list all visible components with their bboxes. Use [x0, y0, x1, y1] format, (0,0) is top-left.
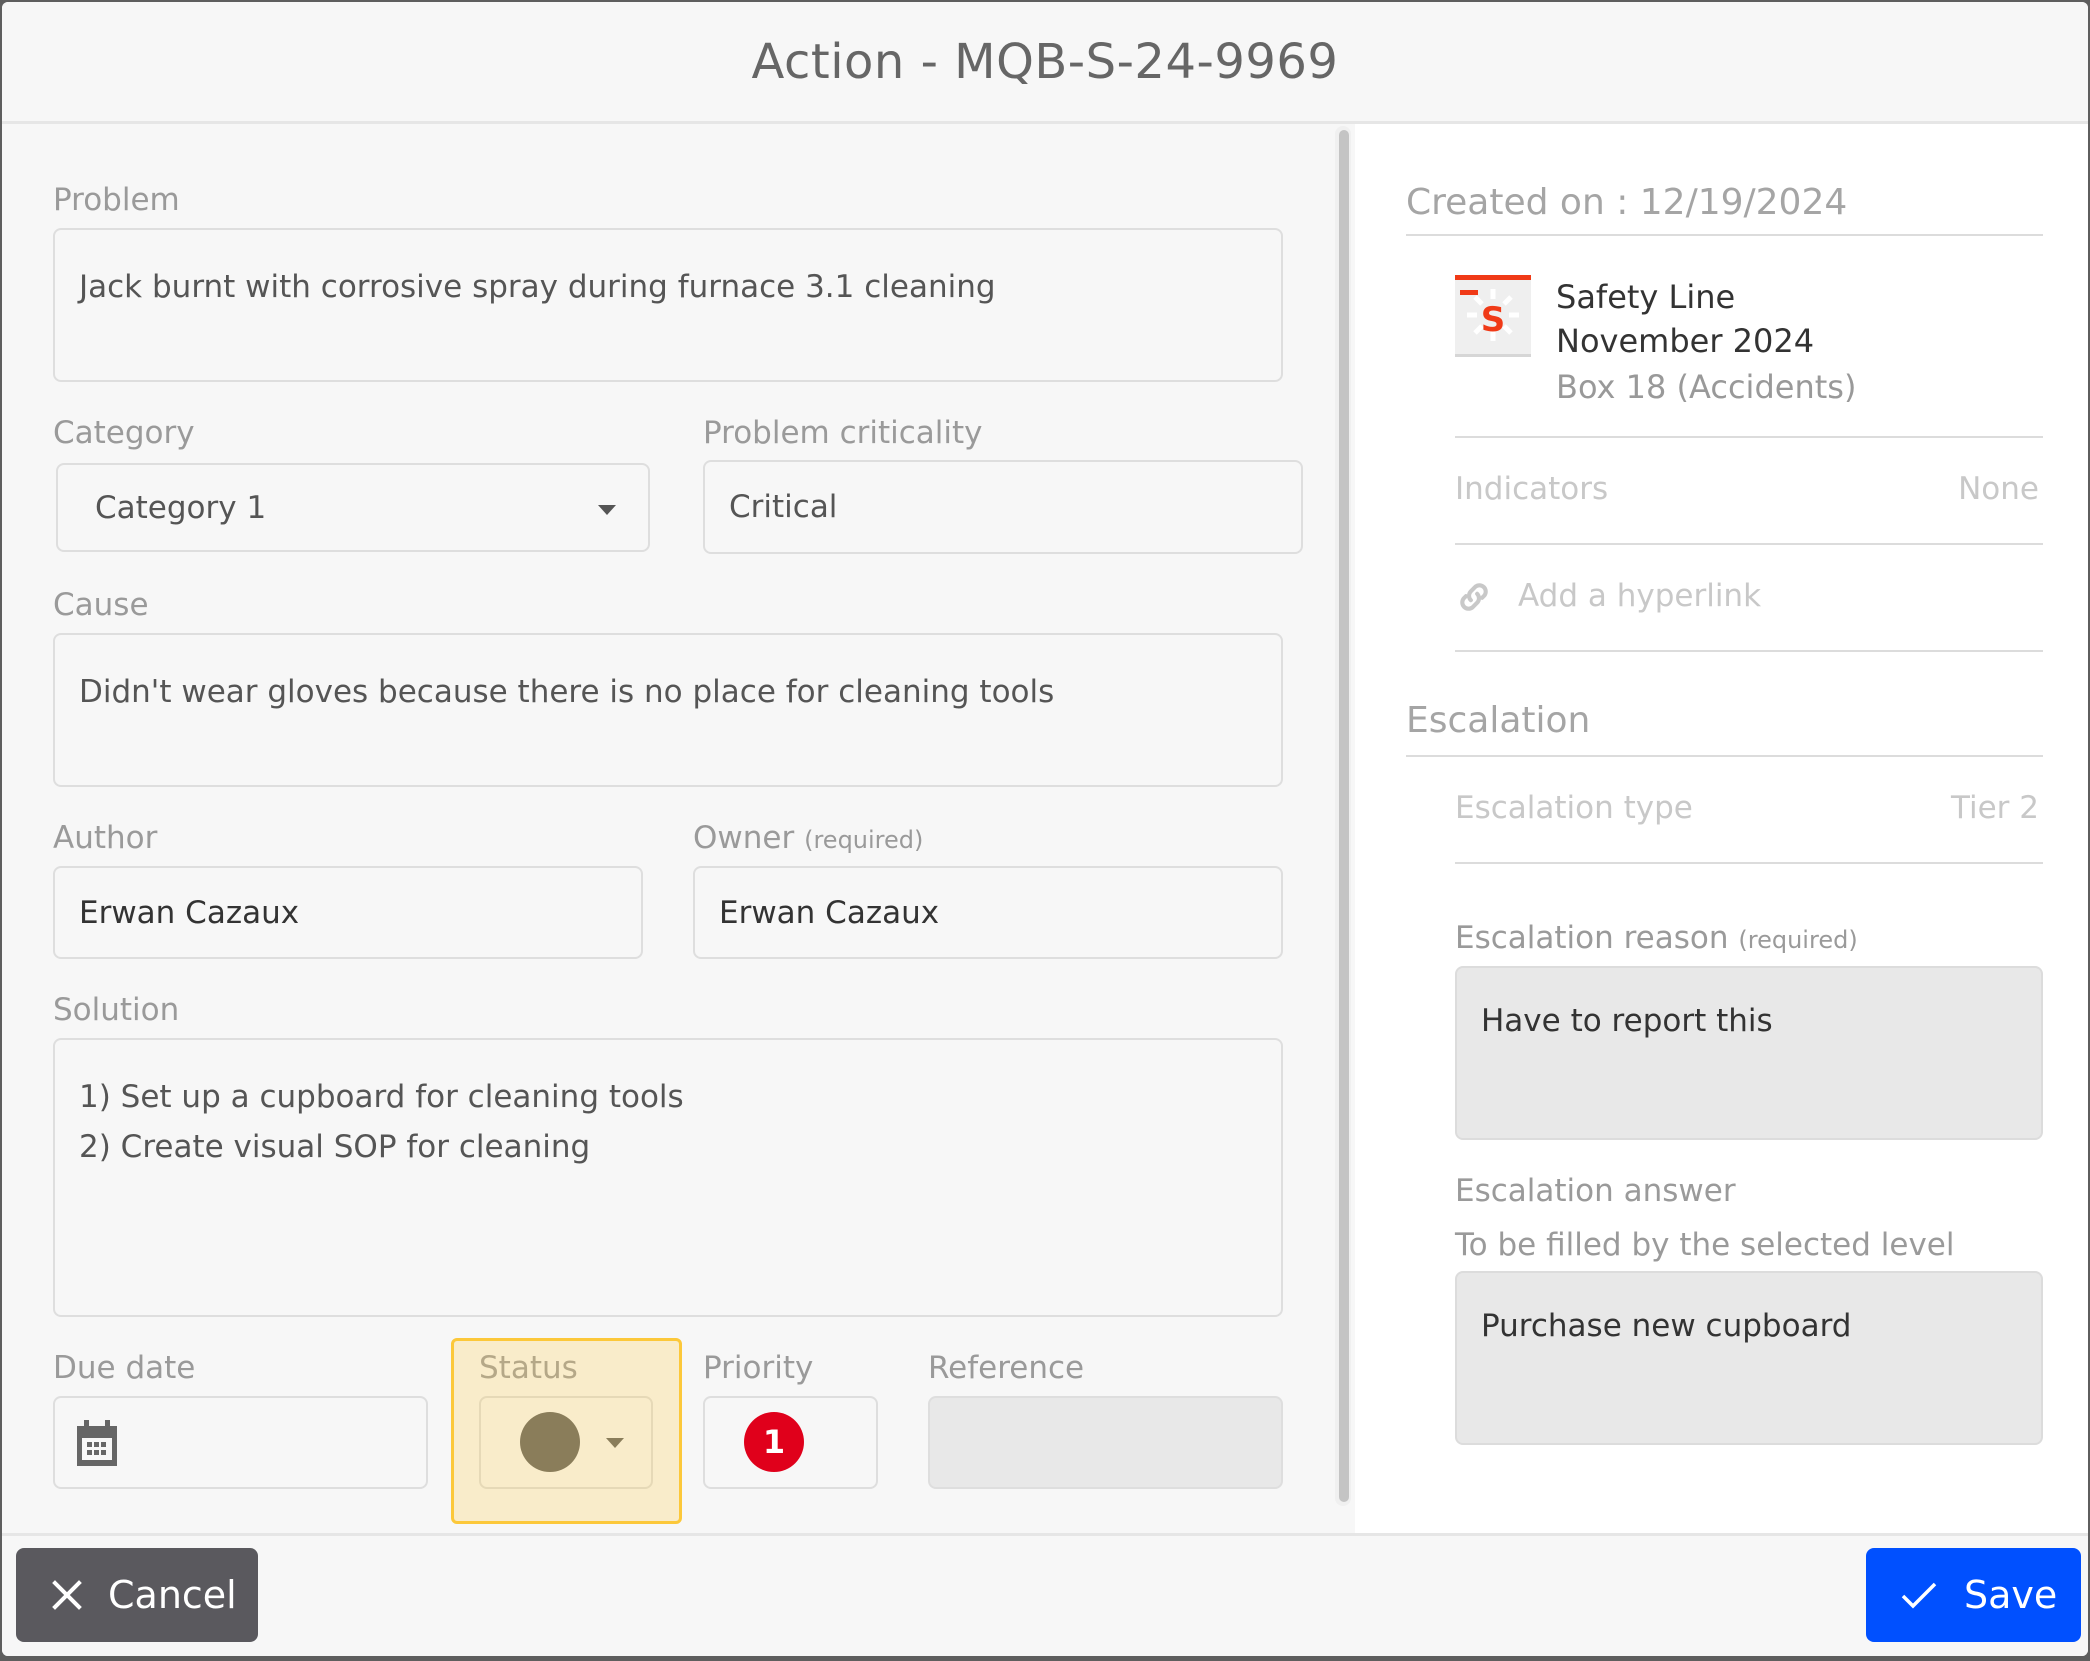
owner-label-text: Owner — [693, 820, 795, 856]
owner-label: Owner (required) — [693, 820, 923, 856]
problem-textarea[interactable]: Jack burnt with corrosive spray during f… — [53, 228, 1283, 382]
cancel-label: Cancel — [108, 1573, 237, 1617]
link-icon[interactable] — [1455, 578, 1493, 616]
divider — [1455, 543, 2043, 545]
cancel-button[interactable]: Cancel — [16, 1548, 258, 1642]
calendar-icon[interactable] — [77, 1419, 117, 1466]
solution-label: Solution — [53, 992, 180, 1028]
problem-label: Problem — [53, 182, 180, 218]
due-date-label: Due date — [53, 1350, 196, 1386]
escalation-type-value: Tier 2 — [1951, 790, 2039, 826]
escalation-reason-label: Escalation reason (required) — [1455, 920, 1858, 956]
safety-line-icon: S — [1455, 275, 1531, 357]
chevron-down-icon[interactable] — [606, 1438, 624, 1448]
criticality-field[interactable]: Critical — [703, 460, 1303, 554]
divider — [1455, 436, 2043, 438]
due-date-field[interactable] — [53, 1396, 428, 1489]
check-icon — [1901, 1582, 1937, 1609]
dialog-header: Action - MQB-S-24-9969 — [2, 2, 2088, 124]
category-value: Category 1 — [95, 489, 267, 526]
dialog-title: Action - MQB-S-24-9969 — [751, 33, 1339, 90]
criticality-value: Critical — [729, 489, 838, 525]
cause-value: Didn't wear gloves because there is no p… — [79, 674, 1055, 710]
category-label: Category — [53, 415, 195, 451]
save-label: Save — [1964, 1573, 2058, 1617]
solution-textarea[interactable]: 1) Set up a cupboard for cleaning tools … — [53, 1038, 1283, 1317]
category-select[interactable]: Category 1 — [56, 463, 650, 552]
cause-label: Cause — [53, 587, 149, 623]
divider — [1455, 862, 2043, 864]
indicators-value[interactable]: None — [1958, 471, 2039, 507]
dialog-footer — [2, 1533, 2088, 1656]
safety-line-icon-letter: S — [1481, 300, 1506, 340]
board-period: November 2024 — [1556, 322, 1815, 360]
divider — [1455, 650, 2043, 652]
problem-value: Jack burnt with corrosive spray during f… — [79, 269, 996, 305]
board-name: Safety Line — [1556, 278, 1736, 316]
status-label: Status — [479, 1350, 578, 1386]
escalation-reason-value: Have to report this — [1481, 1003, 1773, 1039]
solution-line: 2) Create visual SOP for cleaning — [79, 1129, 591, 1165]
escalation-reason-label-text: Escalation reason — [1455, 920, 1729, 956]
author-label: Author — [53, 820, 158, 856]
divider — [1406, 234, 2043, 236]
solution-line: 1) Set up a cupboard for cleaning tools — [79, 1079, 684, 1115]
action-dialog: Action - MQB-S-24-9969 Problem Jack burn… — [2, 2, 2088, 1656]
owner-required-hint: (required) — [804, 826, 924, 854]
cause-textarea[interactable]: Didn't wear gloves because there is no p… — [53, 633, 1283, 787]
reference-label: Reference — [928, 1350, 1085, 1386]
owner-field[interactable]: Erwan Cazaux — [693, 866, 1283, 959]
escalation-answer-hint: To be filled by the selected level — [1455, 1227, 1955, 1263]
escalation-answer-label: Escalation answer — [1455, 1173, 1736, 1209]
save-button[interactable]: Save — [1866, 1548, 2081, 1642]
divider — [1406, 755, 2043, 757]
reference-field[interactable] — [928, 1396, 1283, 1489]
chevron-down-icon — [598, 505, 616, 515]
owner-value: Erwan Cazaux — [719, 894, 940, 931]
escalation-answer-textarea[interactable]: Purchase new cupboard — [1455, 1271, 2043, 1445]
indicators-label: Indicators — [1455, 471, 1609, 507]
close-icon — [52, 1580, 82, 1610]
priority-label: Priority — [703, 1350, 814, 1386]
status-dot-icon[interactable] — [520, 1412, 580, 1472]
author-field[interactable]: Erwan Cazaux — [53, 866, 643, 959]
escalation-reason-required-hint: (required) — [1738, 926, 1858, 954]
escalation-heading: Escalation — [1406, 700, 1591, 741]
author-value: Erwan Cazaux — [79, 894, 300, 931]
board-box: Box 18 (Accidents) — [1556, 368, 1857, 406]
scrollbar-thumb[interactable] — [1339, 130, 1349, 1502]
escalation-reason-textarea[interactable]: Have to report this — [1455, 966, 2043, 1140]
criticality-label: Problem criticality — [703, 415, 983, 451]
escalation-answer-value: Purchase new cupboard — [1481, 1308, 1852, 1344]
created-on: Created on : 12/19/2024 — [1406, 182, 1848, 223]
add-hyperlink-link[interactable]: Add a hyperlink — [1518, 578, 1761, 614]
priority-badge[interactable]: 1 — [744, 1412, 804, 1472]
escalation-type-label: Escalation type — [1455, 790, 1693, 826]
